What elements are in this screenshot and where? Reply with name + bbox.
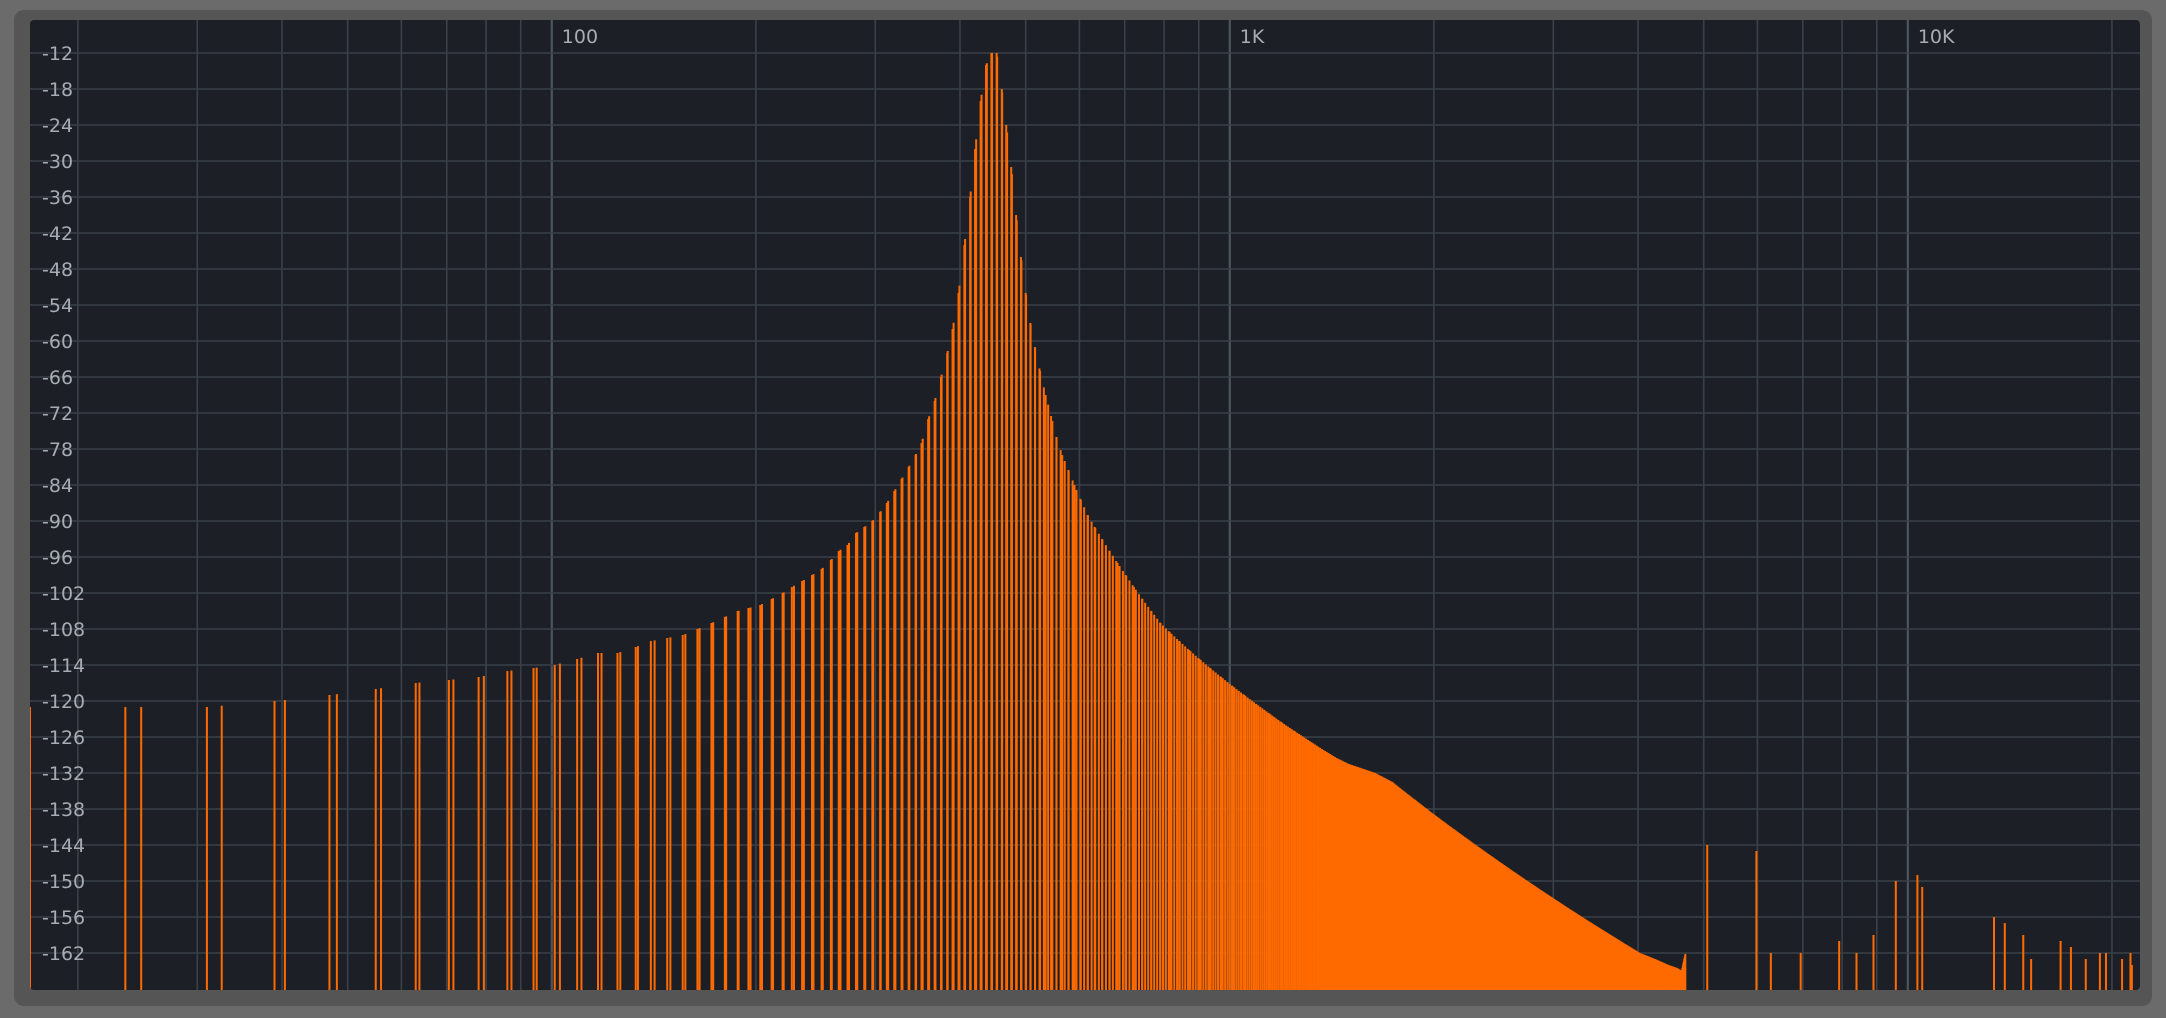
y-tick-label: -24 bbox=[42, 115, 73, 137]
y-axis-labels: -12 -18 -24 -30 -36 -42 -48 -54 -60 -66 -72 -78 -84 -… bbox=[42, 43, 85, 965]
x-tick-label: 10K bbox=[1918, 26, 1955, 48]
y-tick-label: -48 bbox=[42, 259, 73, 281]
y-tick-label: -150 bbox=[42, 871, 85, 893]
y-tick-label: -126 bbox=[42, 727, 85, 749]
spectrum-chart: 100 1K 10K -12-18-24-30-36-42-48-54-60-66-… bbox=[30, 20, 2140, 990]
y-tick-label: -72 bbox=[42, 403, 73, 425]
y-tick-label: -144 bbox=[42, 835, 85, 857]
y-tick-label: -132 bbox=[42, 763, 85, 785]
y-tick-label: -108 bbox=[42, 619, 85, 641]
y-tick-label: -84 bbox=[42, 475, 73, 497]
y-tick-label: -12 bbox=[42, 43, 73, 65]
y-tick-label: -90 bbox=[42, 511, 73, 533]
y-tick-label: -78 bbox=[42, 439, 73, 461]
y-tick-label: -156 bbox=[42, 907, 85, 929]
y-tick-label: -54 bbox=[42, 295, 73, 317]
y-tick-label: -18 bbox=[42, 79, 73, 101]
y-tick-label: -162 bbox=[42, 943, 85, 965]
y-tick-label: -36 bbox=[42, 187, 73, 209]
y-tick-label: -42 bbox=[42, 223, 73, 245]
y-tick-label: -102 bbox=[42, 583, 85, 605]
x-tick-label: 1K bbox=[1240, 26, 1265, 48]
y-tick-label: -60 bbox=[42, 331, 73, 353]
y-tick-label: -96 bbox=[42, 547, 73, 569]
y-tick-label: -66 bbox=[42, 367, 73, 389]
spectrum-panel: 100 1K 10K -12 -18 -24 -30 -36 -42 -48 -54 -60 -66-… bbox=[30, 20, 2140, 990]
x-tick-label: 100 bbox=[562, 26, 598, 48]
y-tick-label: -30 bbox=[42, 151, 73, 173]
x-axis-labels: 100 1K 10K bbox=[562, 26, 1955, 48]
y-tick-label: -120 bbox=[42, 691, 85, 713]
y-tick-label: -138 bbox=[42, 799, 85, 821]
y-tick-label: -114 bbox=[42, 655, 85, 677]
